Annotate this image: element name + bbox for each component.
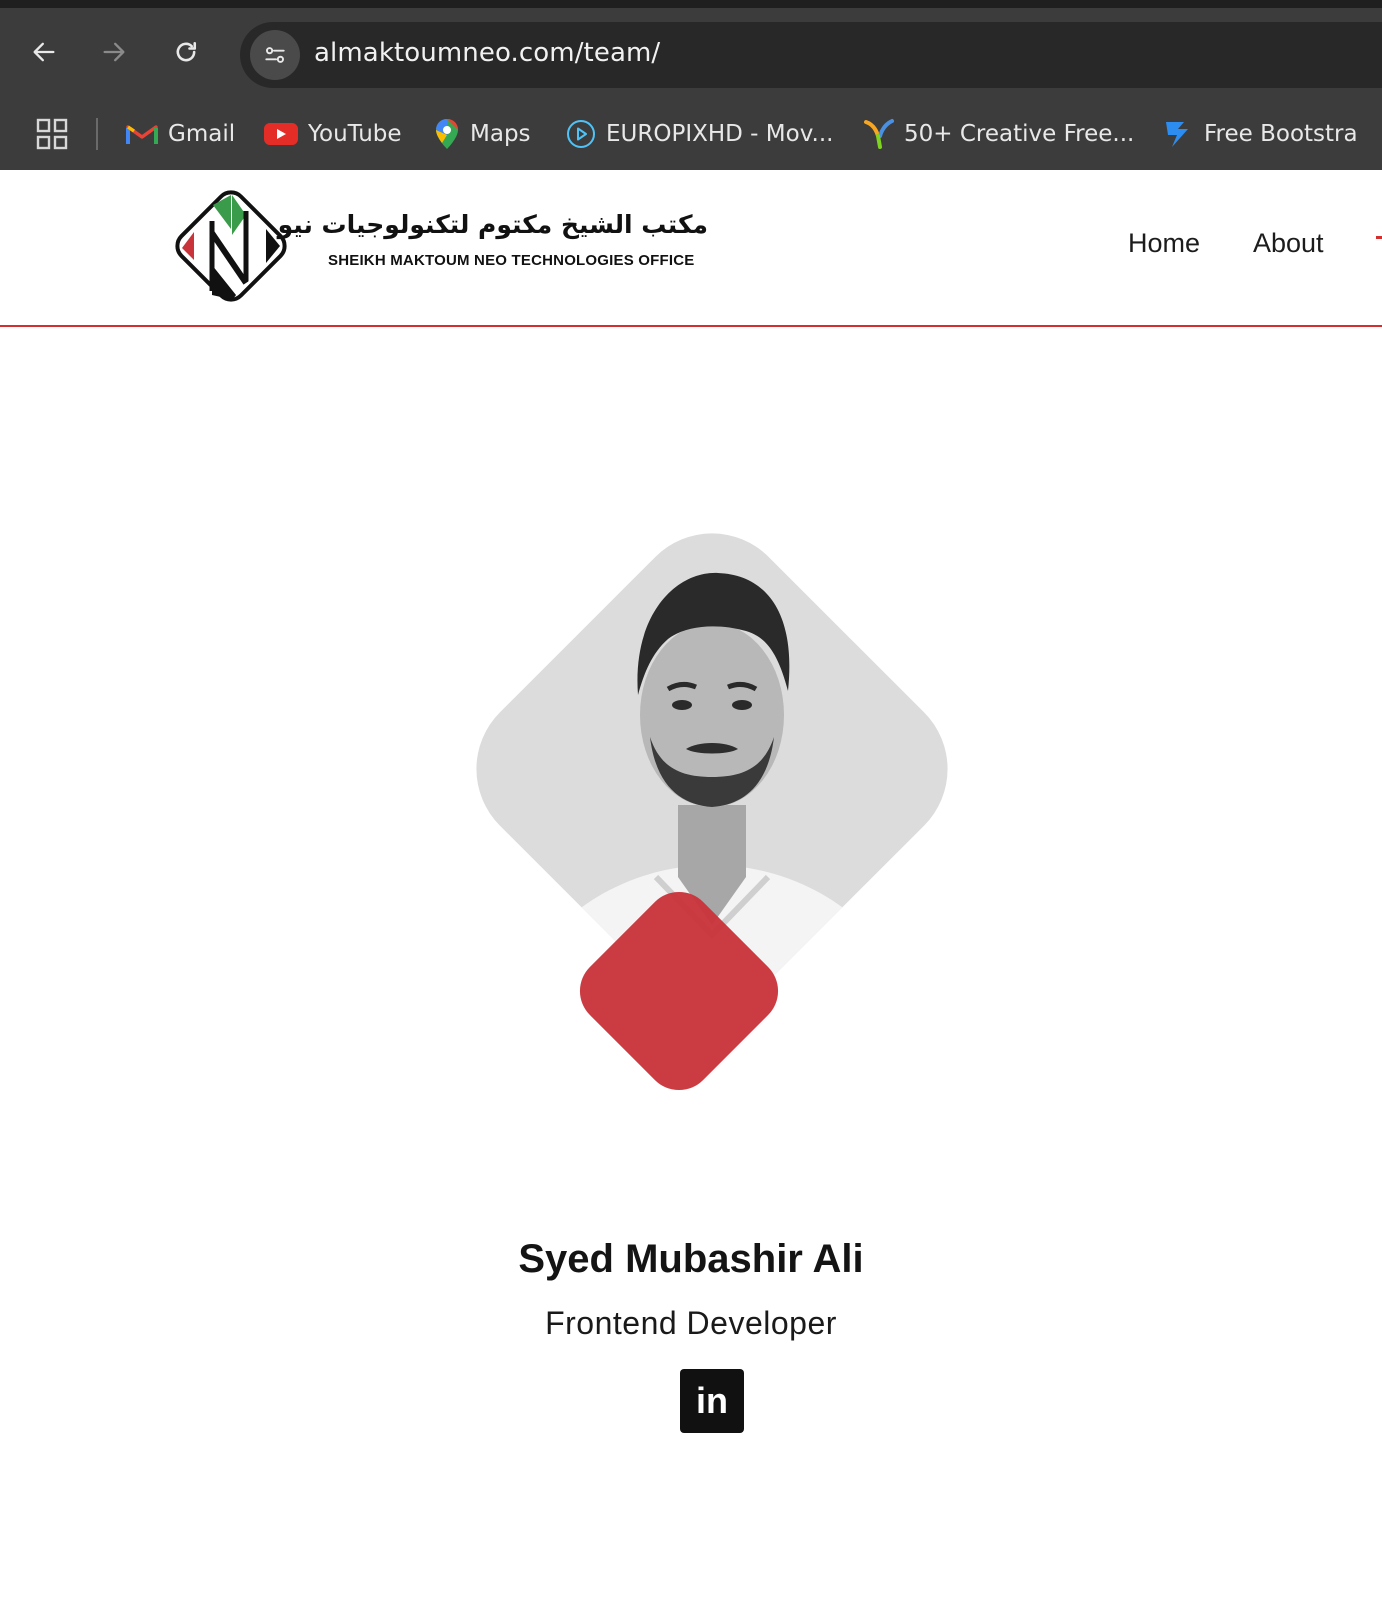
logo-arabic-text: مكتب الشيخ مكتوم لتكنولوجيات نيو <box>277 210 708 239</box>
bootstrap-icon <box>1166 122 1188 147</box>
nav-link-about[interactable]: About <box>1253 228 1324 259</box>
forward-button[interactable] <box>92 30 136 74</box>
bookmark-label: YouTube <box>308 121 402 147</box>
bookmark-europixhd[interactable]: EUROPIXHD - Mov... <box>566 114 833 154</box>
company-logo-icon[interactable] <box>166 181 296 311</box>
nav-active-indicator <box>1376 236 1382 239</box>
maps-icon <box>436 119 458 149</box>
youtube-icon <box>264 123 298 145</box>
url-text[interactable]: almaktoumneo.com/team/ <box>314 38 660 68</box>
arrow-left-icon <box>33 42 55 62</box>
bookmark-maps[interactable]: Maps <box>434 114 531 154</box>
linkedin-icon[interactable]: in <box>680 1369 744 1433</box>
logo-english-text: SHEIKH MAKTOUM NEO TECHNOLOGIES OFFICE <box>328 252 695 269</box>
tab-strip-edge <box>0 0 1382 8</box>
reload-icon <box>176 41 197 62</box>
bookmarks-bar: Gmail YouTube Maps EUROPIXHD - Mov... 50… <box>0 110 1382 160</box>
bookmark-gmail[interactable]: Gmail <box>126 114 235 154</box>
gmail-icon <box>126 125 158 144</box>
site-header: مكتب الشيخ مكتوم لتكنولوجيات نيو SHEIKH … <box>0 170 1382 327</box>
member-photo <box>476 533 948 1091</box>
member-role: Frontend Developer <box>545 1305 837 1341</box>
bookmark-label: 50+ Creative Free... <box>904 121 1135 147</box>
bookmark-label: Gmail <box>168 121 236 147</box>
linkedin-label: in <box>696 1380 728 1421</box>
nav-link-home[interactable]: Home <box>1128 228 1200 259</box>
bookmark-free-bootstrap[interactable]: Free Bootstra <box>1162 114 1358 154</box>
tune-icon <box>265 47 285 63</box>
bookmark-label: Maps <box>470 121 531 147</box>
reload-button[interactable] <box>164 30 208 74</box>
bookmarks-separator <box>96 118 98 150</box>
bookmark-label: EUROPIXHD - Mov... <box>606 121 834 147</box>
bird-icon <box>864 119 894 149</box>
member-name: Syed Mubashir Ali <box>518 1237 864 1281</box>
arrow-right-icon <box>103 42 125 62</box>
back-button[interactable] <box>22 30 66 74</box>
apps-grid-icon[interactable] <box>36 118 68 150</box>
address-bar[interactable]: almaktoumneo.com/team/ <box>240 22 1382 88</box>
bookmark-youtube[interactable]: YouTube <box>264 114 402 154</box>
bookmark-creative-free[interactable]: 50+ Creative Free... <box>864 114 1134 154</box>
browser-chrome: almaktoumneo.com/team/ Gmail YouTube Map… <box>0 0 1382 170</box>
site-info-button[interactable] <box>250 30 300 80</box>
play-circle-icon <box>567 120 595 148</box>
bookmark-label: Free Bootstra <box>1204 121 1358 147</box>
member-portrait <box>446 505 978 1133</box>
